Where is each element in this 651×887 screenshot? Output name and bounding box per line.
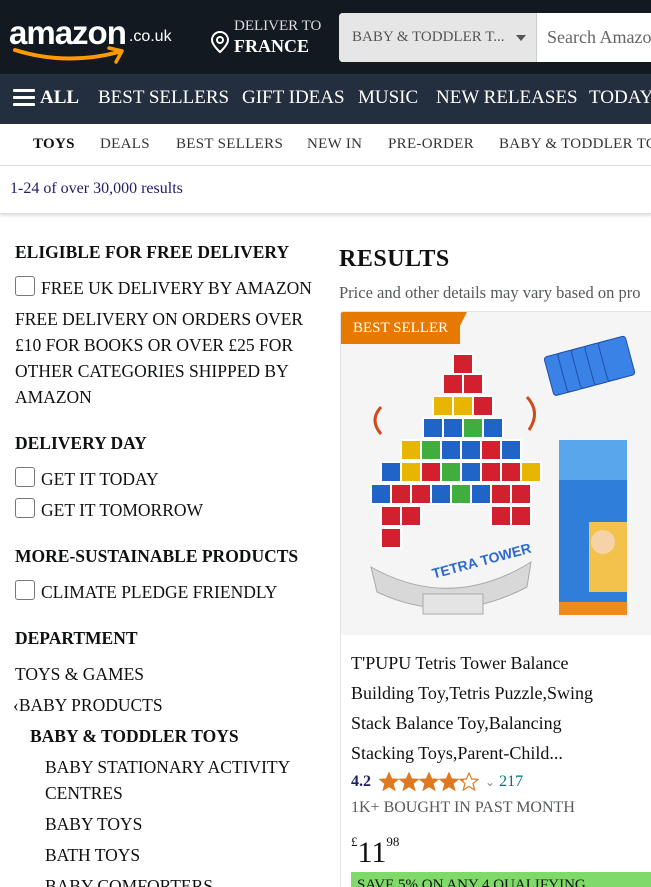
deliver-country: FRANCE: [234, 36, 309, 56]
free-uk-delivery-label[interactable]: FREE UK DELIVERY BY AMAZON: [41, 278, 312, 299]
nav-todays-deals[interactable]: TODAY'S: [589, 87, 651, 109]
subnav-deals[interactable]: DEALS: [100, 136, 150, 153]
product-title[interactable]: T'PUPU Tetris Tower Balance Building Toy…: [351, 648, 641, 768]
hamburger-menu-icon[interactable]: [13, 89, 35, 107]
deliver-label: DELIVER TO: [234, 18, 322, 34]
rating-value: 4.2: [351, 773, 371, 790]
tetris-tower-illustration: TETRA TOWER: [370, 335, 636, 615]
main-nav: ALL BEST SELLERS GIFT IDEAS MUSIC NEW RE…: [0, 74, 651, 124]
nav-gift-ideas[interactable]: GIFT IDEAS: [242, 87, 345, 109]
subnav-toys[interactable]: TOYS: [33, 136, 75, 153]
star-rating-icon[interactable]: [379, 772, 479, 792]
rating-count-value: 217: [499, 773, 524, 790]
note-line: OTHER CATEGORIES SHIPPED BY: [15, 361, 289, 381]
chevron-down-icon: ⌄: [485, 775, 496, 789]
title-line: T'PUPU Tetris Tower Balance: [351, 653, 569, 673]
price-whole: 11: [357, 836, 387, 869]
dept-subcat[interactable]: BABY COMFORTERS: [45, 876, 213, 887]
product-image[interactable]: TETRA TOWER BEST SELLER: [341, 312, 651, 635]
subnav-best-sellers[interactable]: BEST SELLERS: [176, 136, 283, 153]
search-bar: BABY & TODDLER T...: [339, 13, 651, 62]
rating-row: 4.2 ⌄ 217: [351, 772, 523, 798]
top-header: amazon .co.uk DELIVER TO FRANCE BABY & TO…: [0, 0, 651, 74]
free-uk-delivery-checkbox[interactable]: [15, 276, 35, 296]
note-line: AMAZON: [15, 387, 92, 407]
subnav-baby-toddler-toys[interactable]: BABY & TODDLER TO: [499, 136, 651, 153]
note-line: FREE DELIVERY ON ORDERS OVER: [15, 309, 304, 329]
nav-best-sellers[interactable]: BEST SELLERS: [98, 87, 229, 109]
category-subnav: TOYS DEALS BEST SELLERS NEW IN PRE-ORDER…: [0, 124, 651, 166]
product-card[interactable]: TETRA TOWER BEST SELLER T'PUPU Tetris To…: [340, 311, 651, 887]
get-it-tomorrow-label[interactable]: GET IT TOMORROW: [41, 500, 203, 521]
price-fraction: 98: [386, 834, 400, 849]
subnav-pre-order[interactable]: PRE-ORDER: [388, 136, 474, 153]
caret-down-icon: [516, 35, 526, 41]
climate-pledge-label[interactable]: CLIMATE PLEDGE FRIENDLY: [41, 582, 277, 603]
dept-toys-games[interactable]: TOYS & GAMES: [15, 664, 144, 685]
title-line: Stacking Toys,Parent-Child...: [351, 743, 563, 763]
free-delivery-heading: ELIGIBLE FOR FREE DELIVERY: [15, 242, 290, 262]
get-it-tomorrow-checkbox[interactable]: [15, 498, 35, 518]
rating-count[interactable]: ⌄ 217: [485, 773, 523, 790]
filter-sidebar: ELIGIBLE FOR FREE DELIVERY FREE UK DELIV…: [0, 215, 325, 887]
get-it-today-checkbox[interactable]: [15, 467, 35, 487]
badge-tail: [451, 312, 467, 344]
free-delivery-note: FREE DELIVERY ON ORDERS OVER £10 FOR BOO…: [15, 306, 315, 410]
subnav-new-in[interactable]: NEW IN: [307, 136, 362, 153]
price: £1198: [351, 834, 399, 870]
bought-past-month: 1K+ BOUGHT IN PAST MONTH: [351, 799, 575, 816]
dept-baby-products-label: BABY PRODUCTS: [18, 695, 163, 715]
title-line: Building Toy,Tetris Puzzle,Swing: [351, 683, 593, 703]
note-line: £10 FOR BOOKS OR OVER £25 FOR: [15, 335, 294, 355]
title-line: Stack Balance Toy,Balancing: [351, 713, 562, 733]
dept-subcat[interactable]: BABY TOYS: [45, 814, 142, 835]
nav-all[interactable]: ALL: [40, 87, 79, 109]
best-seller-badge: BEST SELLER: [341, 312, 461, 344]
dept-subcat[interactable]: BABY STATIONARY ACTIVITY: [45, 757, 290, 778]
dept-baby-products[interactable]: ‹BABY PRODUCTS: [13, 695, 163, 716]
search-category-select[interactable]: BABY & TODDLER T...: [339, 13, 537, 62]
department-heading: DEPARTMENT: [15, 628, 138, 648]
nav-music[interactable]: MUSIC: [358, 87, 418, 109]
smile-arrow-icon: [13, 46, 124, 64]
location-pin-icon: [210, 30, 230, 54]
sustainable-heading: MORE-SUSTAINABLE PRODUCTS: [15, 546, 299, 566]
dept-subcat[interactable]: CENTRES: [45, 783, 123, 804]
promo-badge: SAVE 5% ON ANY 4 QUALIFYING: [351, 872, 651, 887]
search-input[interactable]: [537, 13, 651, 62]
search-category-value: BABY & TODDLER T...: [352, 29, 505, 45]
dept-subcat[interactable]: BATH TOYS: [45, 845, 140, 866]
dept-baby-toddler-toys[interactable]: BABY & TODDLER TOYS: [30, 726, 239, 747]
climate-pledge-checkbox[interactable]: [15, 580, 35, 600]
result-count-bar: 1-24 of over 30,000 results: [0, 166, 651, 214]
amazon-logo[interactable]: amazon .co.uk: [9, 14, 172, 64]
nav-new-releases[interactable]: NEW RELEASES: [436, 87, 578, 109]
logo-tld: .co.uk: [128, 28, 172, 45]
delivery-day-heading: DELIVERY DAY: [15, 433, 147, 453]
get-it-today-label[interactable]: GET IT TODAY: [41, 469, 159, 490]
result-count: 1-24 of over 30,000 results: [10, 180, 183, 197]
results-heading: RESULTS: [339, 246, 450, 272]
results-disclaimer: Price and other details may vary based o…: [339, 283, 641, 302]
